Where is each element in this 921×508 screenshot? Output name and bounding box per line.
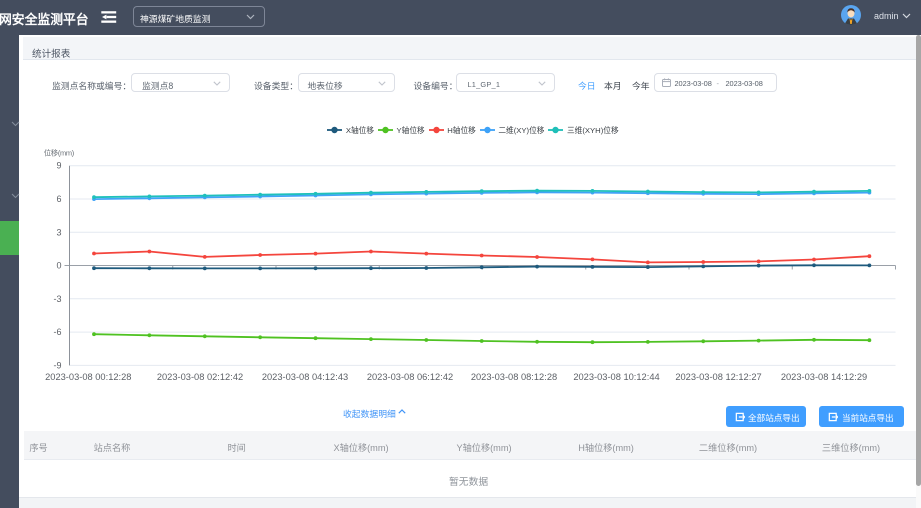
svg-text:2023-03-08 06:12:42: 2023-03-08 06:12:42 [367,372,453,382]
svg-text:2023-03-08 04:12:43: 2023-03-08 04:12:43 [262,372,348,382]
svg-text:3: 3 [56,227,61,237]
svg-text:0: 0 [56,261,61,271]
svg-text:2023-03-08 00:12:28: 2023-03-08 00:12:28 [45,372,131,382]
svg-text:2023-03-08 08:12:28: 2023-03-08 08:12:28 [471,372,557,382]
svg-text:6: 6 [56,194,61,204]
svg-text:2023-03-08 02:12:42: 2023-03-08 02:12:42 [157,372,243,382]
svg-text:-6: -6 [53,327,61,337]
svg-text:-3: -3 [53,294,61,304]
svg-text:-9: -9 [53,360,61,370]
svg-text:2023-03-08 14:12:29: 2023-03-08 14:12:29 [781,372,867,382]
svg-text:9: 9 [56,161,61,171]
svg-text:2023-03-08 12:12:27: 2023-03-08 12:12:27 [675,372,761,382]
svg-text:2023-03-08 10:12:44: 2023-03-08 10:12:44 [573,372,659,382]
svg-text:位移(mm): 位移(mm) [44,149,74,158]
